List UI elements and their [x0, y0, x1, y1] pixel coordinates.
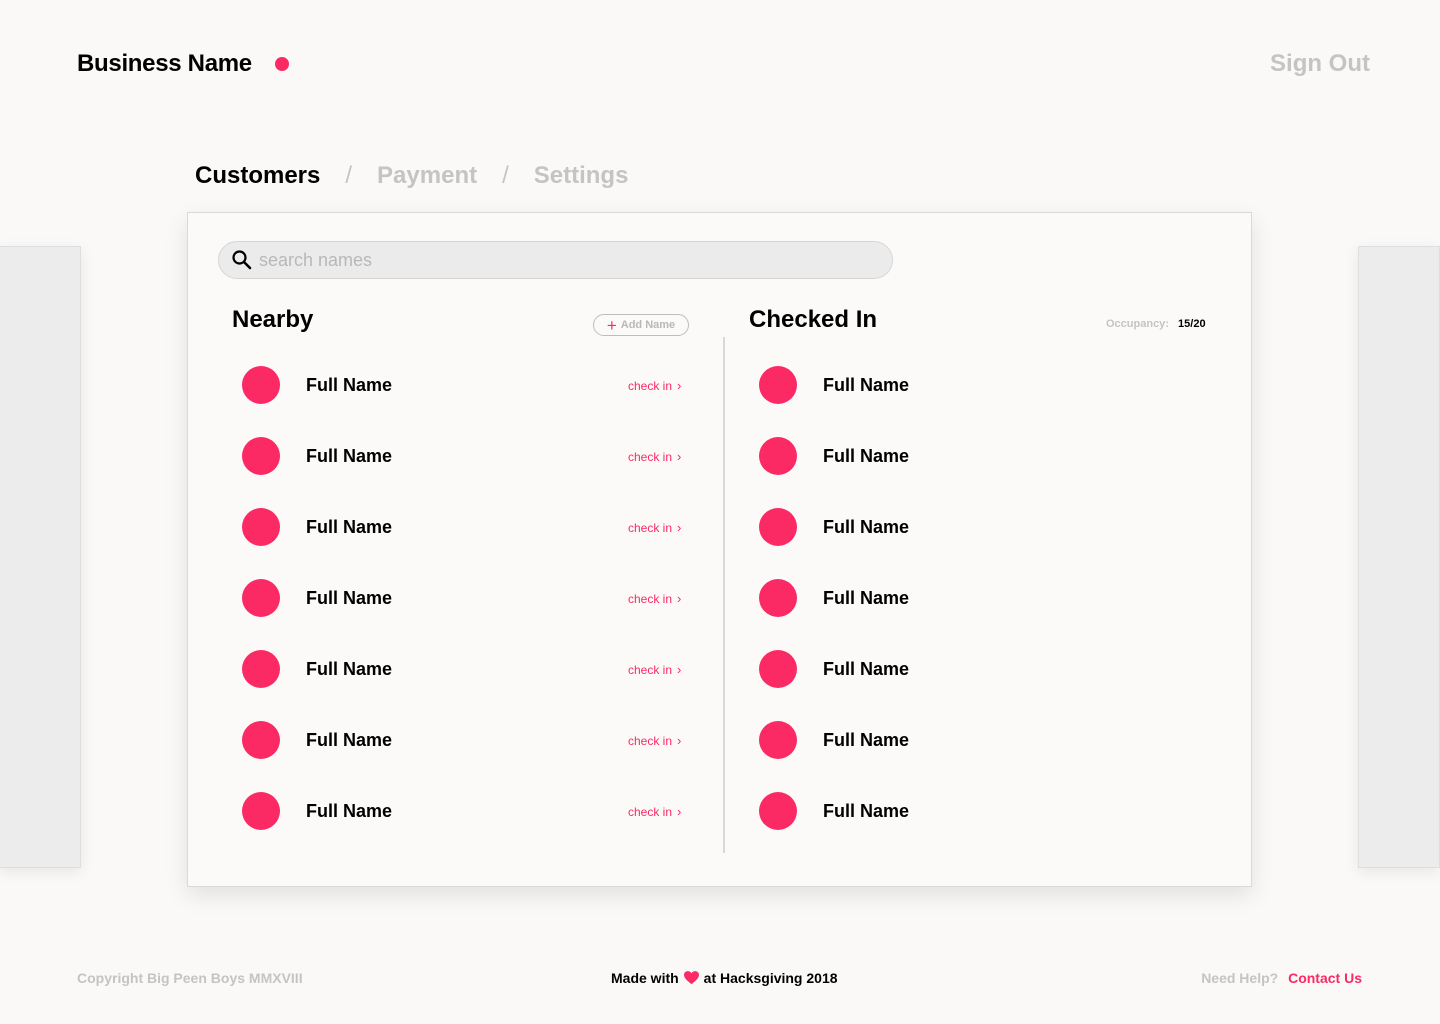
check-in-label: check in — [628, 449, 673, 464]
avatar — [242, 792, 280, 830]
chevron-right-icon: › — [677, 449, 682, 464]
customer-name: Full Name — [306, 517, 393, 537]
customer-name: Full Name — [306, 375, 393, 395]
check-in-link[interactable]: check in › — [628, 378, 681, 393]
need-help-label: Need Help? — [1201, 970, 1279, 986]
search-icon — [231, 249, 253, 271]
tab-separator: / — [345, 162, 353, 189]
tab-payment[interactable]: Payment — [377, 162, 477, 190]
chevron-right-icon: › — [677, 378, 682, 393]
tab-settings[interactable]: Settings — [534, 162, 629, 190]
customer-name: Full Name — [823, 375, 910, 395]
avatar — [759, 579, 797, 617]
check-in-label: check in — [628, 591, 673, 606]
check-in-link[interactable]: check in › — [628, 449, 681, 464]
list-item: Full Name — [759, 650, 1219, 721]
list-item: Full Name — [759, 366, 1219, 437]
customer-name: Full Name — [823, 659, 910, 679]
list-item: Full Name — [759, 508, 1219, 579]
tab-customers[interactable]: Customers — [195, 162, 320, 190]
next-card-peek[interactable] — [1358, 246, 1440, 868]
checked-in-title: Checked In — [749, 306, 878, 333]
heart-icon — [683, 971, 699, 985]
customer-name: Full Name — [823, 517, 910, 537]
occupancy-value: 15/20 — [1178, 318, 1206, 330]
list-item: Full Name check in › — [242, 579, 702, 650]
list-item: Full Name — [759, 437, 1219, 508]
list-item: Full Name check in › — [242, 437, 702, 508]
customer-name: Full Name — [823, 730, 910, 750]
chevron-right-icon: › — [677, 520, 682, 535]
avatar — [242, 579, 280, 617]
avatar — [759, 721, 797, 759]
nearby-list: Full Name check in › Full Name check in › … — [242, 366, 702, 863]
contact-us-link[interactable]: Contact Us — [1288, 970, 1362, 986]
list-item: Full Name check in › — [242, 650, 702, 721]
check-in-link[interactable]: check in › — [628, 520, 681, 535]
avatar — [242, 721, 280, 759]
check-in-label: check in — [628, 733, 673, 748]
avatar — [242, 366, 280, 404]
list-item: Full Name check in › — [242, 508, 702, 579]
previous-card-peek[interactable] — [0, 246, 81, 868]
check-in-label: check in — [628, 520, 673, 535]
customer-name: Full Name — [823, 801, 910, 821]
check-in-label: check in — [628, 378, 673, 393]
plus-icon: + — [606, 315, 617, 335]
list-item: Full Name check in › — [242, 721, 702, 792]
business-name: Business Name — [77, 50, 252, 77]
made-with-label: Made with — [611, 970, 679, 986]
avatar — [759, 650, 797, 688]
check-in-label: check in — [628, 804, 673, 819]
customer-name: Full Name — [306, 801, 393, 821]
avatar — [759, 792, 797, 830]
help: Need Help? Contact Us — [1201, 970, 1362, 986]
made-at-label: at Hacksgiving 2018 — [703, 970, 838, 986]
check-in-link[interactable]: check in › — [628, 733, 681, 748]
search-input[interactable] — [259, 249, 859, 271]
avatar — [242, 508, 280, 546]
check-in-link[interactable]: check in › — [628, 662, 681, 677]
list-item: Full Name check in › — [242, 792, 702, 863]
chevron-right-icon: › — [677, 662, 682, 677]
list-item: Full Name check in › — [242, 366, 702, 437]
occupancy-label: Occupancy: — [1106, 318, 1169, 330]
status-dot — [275, 57, 289, 71]
add-name-button[interactable]: + Add Name — [593, 314, 689, 336]
avatar — [242, 650, 280, 688]
add-name-label: Add Name — [620, 319, 676, 331]
check-in-link[interactable]: check in › — [628, 804, 681, 819]
customer-name: Full Name — [823, 588, 910, 608]
customer-name: Full Name — [306, 659, 393, 679]
avatar — [759, 508, 797, 546]
list-item: Full Name — [759, 579, 1219, 650]
occupancy: Occupancy: 15/20 — [1106, 318, 1206, 330]
customers-panel: Nearby + Add Name Checked In Occupancy: … — [187, 212, 1252, 887]
main-tabs: Customers / Payment / Settings — [195, 162, 628, 190]
customer-name: Full Name — [306, 588, 393, 608]
tab-separator: / — [502, 162, 509, 189]
avatar — [759, 437, 797, 475]
copyright: Copyright Big Peen Boys MMXVIII — [77, 970, 303, 986]
made-with: Made with at Hacksgiving 2018 — [611, 970, 838, 986]
chevron-right-icon: › — [677, 591, 682, 606]
customer-name: Full Name — [823, 446, 910, 466]
customer-name: Full Name — [306, 446, 393, 466]
search-bar — [218, 241, 893, 279]
sign-out-link[interactable]: Sign Out — [1270, 50, 1370, 78]
avatar — [242, 437, 280, 475]
list-item: Full Name — [759, 721, 1219, 792]
avatar — [759, 366, 797, 404]
checked-in-list: Full Name Full Name Full Name Full Name … — [759, 366, 1219, 863]
chevron-right-icon: › — [677, 804, 682, 819]
customer-name: Full Name — [306, 730, 393, 750]
list-item: Full Name — [759, 792, 1219, 863]
nearby-title: Nearby — [232, 306, 314, 333]
check-in-label: check in — [628, 662, 673, 677]
column-divider — [723, 337, 725, 853]
check-in-link[interactable]: check in › — [628, 591, 681, 606]
chevron-right-icon: › — [677, 733, 682, 748]
